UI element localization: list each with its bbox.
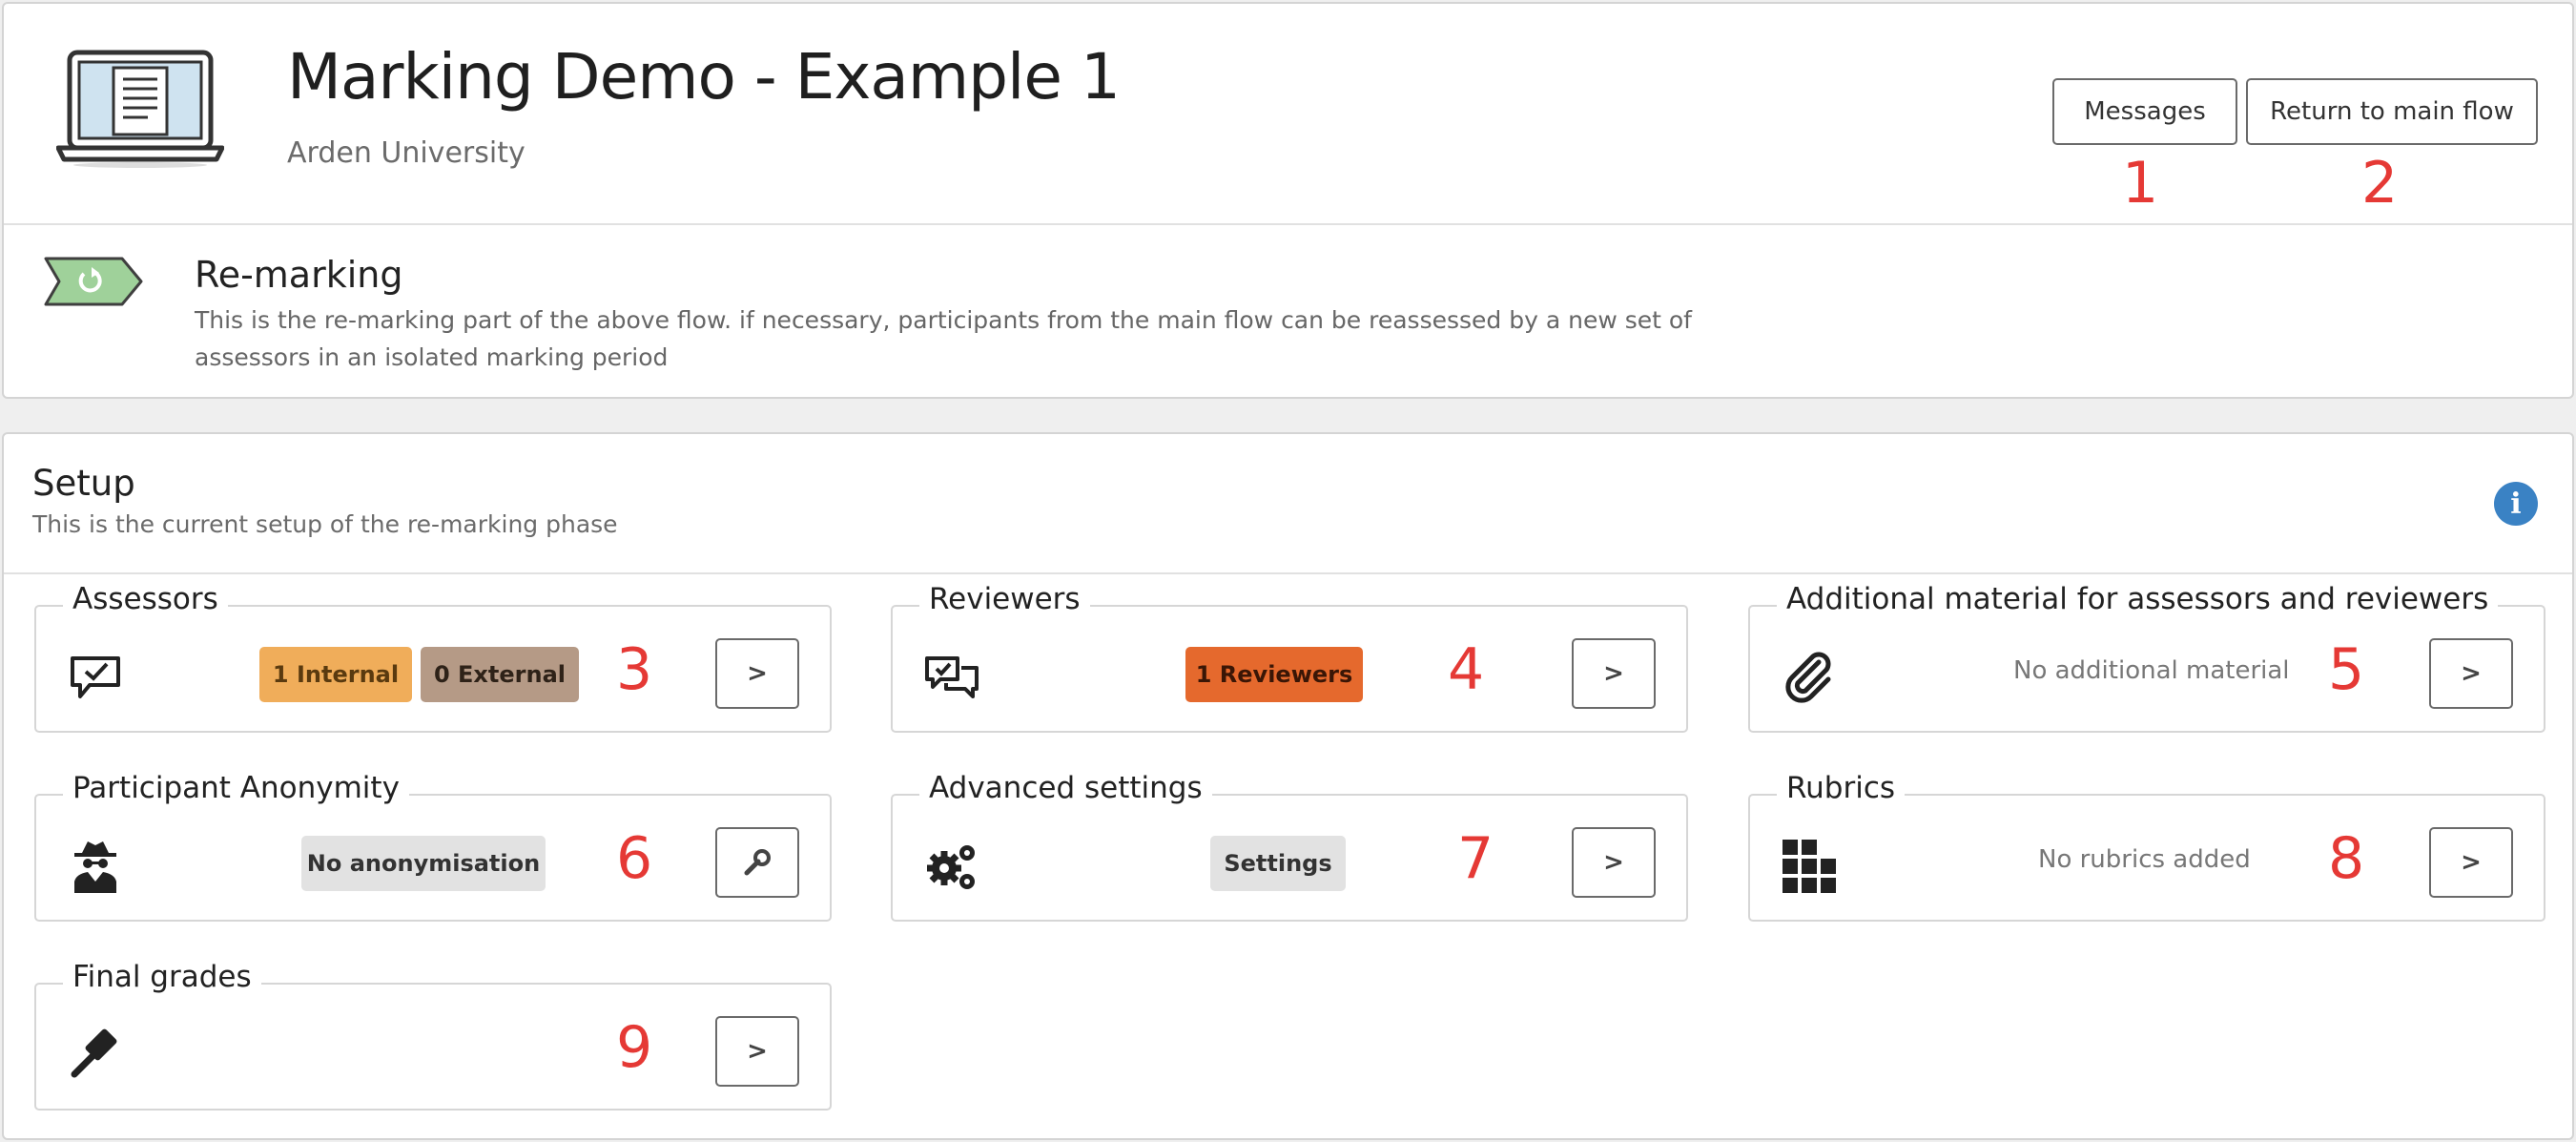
annotation-number: 7: [1457, 825, 1494, 892]
annotation-number: 3: [616, 636, 653, 703]
annotation-number: 1: [2122, 150, 2159, 217]
gears-icon: [927, 845, 975, 889]
flow-header-card: Marking Demo - Example 1 Arden Universit…: [2, 2, 2574, 399]
chevron-right-icon: >: [1603, 848, 1624, 877]
chevron-right-icon: >: [2461, 659, 2482, 688]
no-additional-material-text: No additional material: [2013, 656, 2290, 685]
participant-anonymity-panel: Participant Anonymity No anonymisation 6: [34, 771, 832, 922]
final-grades-label: Final grades: [63, 960, 261, 994]
participant-anonymity-label: Participant Anonymity: [63, 771, 409, 805]
annotation-number: 2: [2361, 150, 2399, 217]
header-divider: [4, 223, 2572, 225]
final-grades-open-button[interactable]: >: [715, 1016, 799, 1087]
internal-assessors-badge: 1 Internal: [259, 647, 412, 702]
additional-material-open-button[interactable]: >: [2429, 638, 2513, 709]
chevron-right-icon: >: [2461, 848, 2482, 877]
assessors-panel: Assessors 1 Internal 0 External 3 >: [34, 582, 832, 733]
final-grades-panel: Final grades 9 >: [34, 960, 832, 1111]
advanced-settings-panel: Advanced settings Settings 7 >: [891, 771, 1688, 922]
messages-button[interactable]: Messages: [2052, 78, 2237, 145]
annotation-number: 9: [616, 1014, 653, 1081]
paperclip-icon: [1785, 652, 1831, 703]
rubrics-label: Rubrics: [1777, 771, 1906, 805]
remarking-flag-icon: [44, 257, 143, 306]
annotation-number: 8: [2328, 825, 2365, 892]
advanced-settings-label: Advanced settings: [919, 771, 1212, 805]
comments-check-icon: [925, 656, 979, 698]
organization-name: Arden University: [287, 136, 526, 170]
setup-description: This is the current setup of the re-mark…: [32, 510, 618, 538]
grid-icon: [1783, 840, 1836, 893]
annotation-number: 6: [616, 825, 653, 892]
rubrics-panel: Rubrics No rubrics added 8 >: [1748, 771, 2545, 922]
additional-material-label: Additional material for assessors and re…: [1777, 582, 2499, 616]
anonymisation-badge: No anonymisation: [301, 836, 546, 891]
assessors-open-button[interactable]: >: [715, 638, 799, 709]
chevron-right-icon: >: [747, 1037, 768, 1066]
comment-check-icon: [71, 656, 120, 698]
reviewers-panel: Reviewers 1 Reviewers 4 >: [891, 582, 1688, 733]
info-icon[interactable]: i: [2494, 482, 2538, 526]
reviewers-label: Reviewers: [919, 582, 1090, 616]
chevron-right-icon: >: [747, 659, 768, 688]
spy-icon: [74, 841, 116, 893]
reviewers-open-button[interactable]: >: [1572, 638, 1656, 709]
chevron-right-icon: >: [1603, 659, 1624, 688]
anonymity-settings-button[interactable]: [715, 827, 799, 898]
settings-badge: Settings: [1210, 836, 1346, 891]
section-description: This is the re-marking part of the above…: [195, 306, 1692, 371]
assessors-label: Assessors: [63, 582, 228, 616]
wrench-icon: [744, 849, 771, 876]
gavel-icon: [71, 1028, 117, 1078]
laptop-icon: [56, 50, 224, 168]
annotation-number: 5: [2328, 636, 2365, 703]
setup-title: Setup: [32, 463, 135, 504]
additional-material-panel: Additional material for assessors and re…: [1748, 582, 2545, 733]
no-rubrics-text: No rubrics added: [2038, 845, 2251, 874]
setup-card: Setup This is the current setup of the r…: [2, 432, 2574, 1140]
rubrics-open-button[interactable]: >: [2429, 827, 2513, 898]
return-to-main-flow-button[interactable]: Return to main flow: [2246, 78, 2538, 145]
advanced-settings-open-button[interactable]: >: [1572, 827, 1656, 898]
external-assessors-badge: 0 External: [421, 647, 579, 702]
page-title: Marking Demo - Example 1: [287, 40, 1121, 114]
annotation-number: 4: [1448, 636, 1485, 703]
section-title: Re-marking: [195, 254, 403, 296]
setup-divider: [4, 572, 2572, 574]
reviewers-badge: 1 Reviewers: [1185, 647, 1363, 702]
